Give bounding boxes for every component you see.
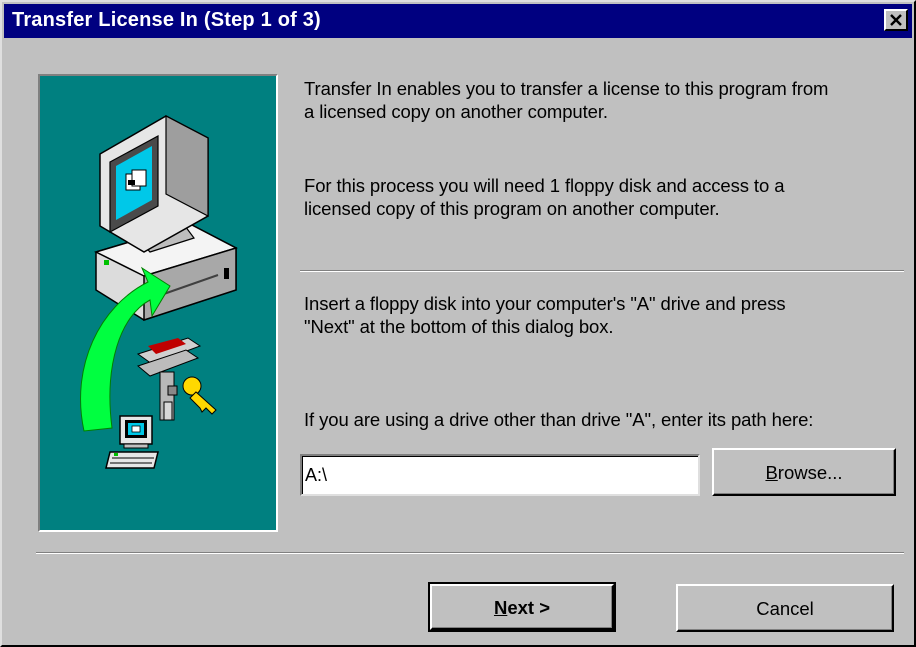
wizard-illustration — [38, 74, 278, 532]
requirements-text: For this process you will need 1 floppy … — [304, 174, 904, 220]
content-divider — [300, 270, 904, 272]
footer-divider — [36, 552, 904, 554]
close-x-icon — [890, 14, 902, 26]
next-label: ext > — [507, 597, 551, 618]
window-title: Transfer License In (Step 1 of 3) — [12, 9, 321, 31]
requirements-line-2: licensed copy of this program on another… — [304, 198, 720, 219]
browse-mnemonic: B — [765, 462, 778, 483]
close-button[interactable] — [884, 9, 908, 31]
intro-line-2: a licensed copy on another computer. — [304, 101, 608, 122]
intro-text: Transfer In enables you to transfer a li… — [304, 77, 904, 123]
browse-button[interactable]: Browse... — [712, 448, 896, 496]
requirements-line-1: For this process you will need 1 floppy … — [304, 175, 785, 196]
next-button[interactable]: Next > — [428, 582, 616, 632]
instruction-line-1: Insert a floppy disk into your computer'… — [304, 293, 786, 314]
floppy-disk-key-icon — [136, 337, 217, 421]
title-bar[interactable]: Transfer License In (Step 1 of 3) — [4, 4, 912, 38]
instruction-line-2: "Next" at the bottom of this dialog box. — [304, 316, 614, 337]
dialog-window: Transfer License In (Step 1 of 3) Transf… — [0, 0, 916, 647]
drive-path-input[interactable] — [300, 454, 700, 496]
path-prompt-label: If you are using a drive other than driv… — [304, 409, 814, 430]
cancel-button[interactable]: Cancel — [676, 584, 894, 632]
browse-label: rowse... — [777, 462, 843, 483]
next-mnemonic: N — [493, 597, 508, 618]
small-computer-icon — [105, 415, 159, 469]
cancel-label: Cancel — [756, 598, 814, 619]
intro-line-1: Transfer In enables you to transfer a li… — [304, 78, 829, 99]
instruction-text: Insert a floppy disk into your computer'… — [304, 292, 904, 338]
